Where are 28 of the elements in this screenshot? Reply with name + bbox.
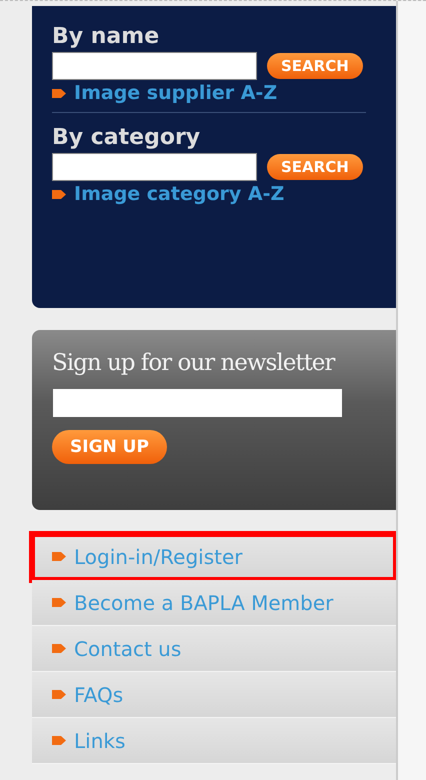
menu-item[interactable]: Become a BAPLA Member [32, 580, 396, 626]
sign-up-button[interactable]: SIGN UP [52, 430, 167, 464]
search-field[interactable] [52, 52, 257, 80]
arrow-bullet-icon [52, 644, 66, 653]
search-button[interactable]: SEARCH [267, 53, 363, 79]
newsletter-heading: Sign up for our newsletter [52, 350, 336, 376]
menu-item[interactable]: FAQs [32, 672, 396, 718]
search-button[interactable]: SEARCH [267, 154, 363, 180]
menu-item-label[interactable]: Links [74, 728, 126, 752]
arrow-bullet-icon [52, 690, 66, 699]
menu-item[interactable]: Login-in/Register [32, 534, 396, 580]
menu-item[interactable]: Contact us [32, 626, 396, 672]
section-heading: By category [52, 124, 202, 152]
menu-item-label[interactable]: Contact us [74, 636, 182, 660]
menu-item-label[interactable]: Login-in/Register [74, 544, 242, 568]
arrow-bullet-icon [52, 736, 66, 745]
directory-link[interactable]: Image supplier A-Z [74, 82, 278, 104]
menu-item-label[interactable]: FAQs [74, 682, 124, 706]
section-heading: By name [52, 23, 160, 51]
email-field[interactable] [53, 389, 342, 417]
menu-item-label[interactable]: Become a BAPLA Member [74, 590, 334, 614]
search-field[interactable] [52, 153, 257, 181]
arrow-bullet-icon [52, 88, 66, 98]
arrow-bullet-icon [52, 190, 66, 198]
arrow-bullet-icon [52, 552, 66, 561]
directory-link[interactable]: Image category A-Z [74, 183, 284, 205]
menu-item[interactable]: Links [32, 718, 396, 764]
arrow-bullet-icon [52, 598, 66, 607]
